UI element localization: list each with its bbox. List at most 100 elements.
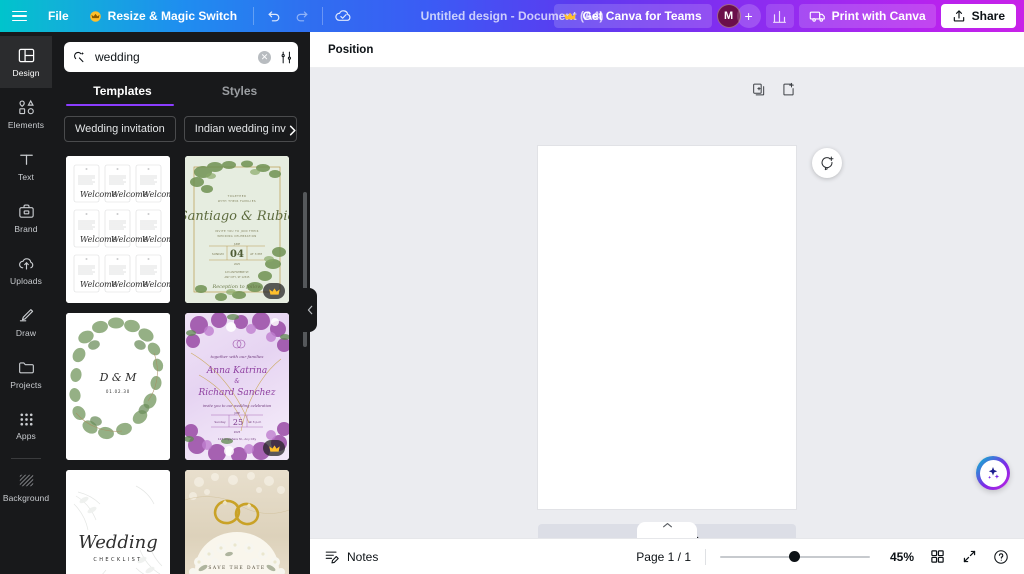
svg-text:2025: 2025 — [234, 430, 241, 434]
hamburger-icon — [11, 10, 27, 22]
toolbar-divider-2 — [322, 7, 324, 25]
svg-text:at 3 p.m: at 3 p.m — [249, 420, 262, 424]
page-tools — [538, 82, 796, 97]
fullscreen-button[interactable] — [960, 548, 978, 566]
insights-button[interactable] — [765, 4, 794, 28]
sidebar-item-uploads[interactable]: Uploads — [0, 244, 52, 296]
collapse-bottom-bar-button[interactable] — [637, 522, 697, 538]
category-chips: Wedding invitation Indian wedding inv — [52, 106, 310, 142]
svg-text:SUNDAY: SUNDAY — [212, 252, 224, 256]
undo-icon — [266, 8, 282, 24]
svg-text:&: & — [234, 378, 240, 385]
sidebar-item-draw[interactable]: Draw — [0, 296, 52, 348]
truck-icon — [809, 9, 826, 23]
sidebar-divider — [11, 458, 41, 459]
editor-area: Position — [310, 32, 1024, 574]
notes-icon — [324, 549, 340, 565]
svg-text:123 ANYWHERE ST.: 123 ANYWHERE ST. — [225, 270, 250, 274]
sidebar-item-label: Brand — [14, 224, 38, 234]
template-thumbnail[interactable]: together with our families Anna Katrina … — [185, 313, 289, 460]
design-layout-icon — [17, 46, 36, 65]
notes-button[interactable]: Notes — [324, 549, 378, 565]
get-canva-for-teams-button[interactable]: Get Canva for Teams — [554, 4, 712, 28]
tab-styles[interactable]: Styles — [181, 84, 298, 106]
filter-sliders-icon[interactable] — [279, 50, 294, 65]
magic-search-icon — [72, 50, 87, 65]
file-menu-button[interactable]: File — [39, 4, 78, 28]
template-thumbnail[interactable]: D & M 01.02.30 — [66, 313, 170, 460]
comment-button[interactable] — [812, 148, 842, 178]
zoom-level-label[interactable]: 45% — [884, 550, 914, 564]
search-box[interactable]: ✕ — [64, 42, 298, 72]
sidebar-item-label: Uploads — [10, 276, 42, 286]
svg-text:Richard Sanchez: Richard Sanchez — [197, 388, 275, 398]
resize-magic-switch-label: Resize & Magic Switch — [107, 9, 238, 23]
sidebar-item-brand[interactable]: Brand — [0, 192, 52, 244]
chevron-right-icon[interactable] — [282, 120, 302, 140]
sidebar-item-label: Projects — [10, 380, 42, 390]
print-with-canva-button[interactable]: Print with Canva — [798, 4, 936, 28]
undo-button[interactable] — [260, 4, 288, 28]
svg-text:Anna Katrina: Anna Katrina — [206, 366, 267, 376]
apps-grid-icon — [18, 411, 35, 428]
share-label: Share — [971, 9, 1005, 23]
template-grid: WelcomeWelcomeWelcome WelcomeWelcomeWelc… — [52, 144, 310, 574]
template-thumbnail[interactable]: TOGETHER WITH THEIR FAMILIES Santiago & … — [185, 156, 289, 303]
chip-wedding-invitation[interactable]: Wedding invitation — [64, 116, 176, 142]
chip-indian-wedding-invitation[interactable]: Indian wedding inv — [183, 116, 297, 142]
canvas-scroll-area[interactable]: + Add page — [310, 68, 1024, 538]
notes-label: Notes — [347, 549, 379, 564]
page-indicator: Page 1 / 1 — [636, 549, 691, 564]
add-collaborator-button[interactable]: + — [736, 4, 761, 28]
share-button[interactable]: Share — [940, 4, 1016, 28]
sidebar-item-design[interactable]: Design — [0, 36, 52, 88]
cloud-saved-button[interactable] — [329, 4, 357, 28]
position-button[interactable]: Position — [328, 44, 373, 56]
svg-text:Welcome: Welcome — [142, 235, 170, 244]
resize-magic-switch-button[interactable]: Resize & Magic Switch — [80, 4, 246, 28]
magic-assistant-button[interactable] — [976, 456, 1010, 490]
help-question-icon — [993, 549, 1009, 565]
redo-button[interactable] — [288, 4, 316, 28]
svg-text:ANY CITY, ST 12345: ANY CITY, ST 12345 — [225, 275, 250, 279]
sidebar-item-elements[interactable]: Elements — [0, 88, 52, 140]
template-thumbnail[interactable]: SAVE THE DATE Brigita & Benyamin — [185, 470, 289, 574]
sidebar-item-label: Draw — [15, 328, 37, 338]
sidebar-item-projects[interactable]: Projects — [0, 348, 52, 400]
sidebar-item-text[interactable]: Text — [0, 140, 52, 192]
svg-text:CHECKLIST: CHECKLIST — [93, 557, 142, 563]
left-sidebar-rail: Design Elements Text Brand Uploads Draw … — [0, 32, 52, 574]
search-input[interactable] — [95, 50, 250, 64]
svg-text:Sunday: Sunday — [214, 420, 225, 424]
sidebar-item-background[interactable]: Background — [0, 461, 52, 513]
svg-text:2025: 2025 — [234, 263, 241, 266]
sidebar-item-label: Elements — [7, 120, 45, 130]
main-menu-button[interactable] — [1, 4, 37, 28]
svg-text:Wedding: Wedding — [78, 532, 158, 553]
help-button[interactable] — [992, 548, 1010, 566]
duplicate-page-icon[interactable] — [752, 82, 767, 97]
collapse-panel-button[interactable] — [303, 288, 317, 332]
zoom-slider[interactable] — [720, 550, 870, 564]
top-toolbar-right: Get Canva for Teams M + Print with Canva… — [554, 0, 1024, 32]
clear-x-icon[interactable]: ✕ — [258, 50, 271, 64]
file-menu-label: File — [48, 9, 69, 23]
design-page[interactable] — [538, 146, 796, 509]
magic-sparkle-icon — [979, 459, 1007, 487]
grid-view-button[interactable] — [928, 548, 946, 566]
zoom-slider-knob[interactable] — [789, 551, 800, 562]
upload-cloud-icon — [17, 254, 36, 273]
sidebar-item-apps[interactable]: Apps — [0, 400, 52, 452]
print-with-canva-label: Print with Canva — [831, 9, 926, 23]
svg-text:Reception to follow: Reception to follow — [211, 284, 262, 290]
template-thumbnail[interactable]: WelcomeWelcomeWelcome WelcomeWelcomeWelc… — [66, 156, 170, 303]
svg-text:AT 3 PM: AT 3 PM — [250, 252, 262, 256]
add-page-icon[interactable] — [781, 82, 796, 97]
template-thumbnail[interactable]: Wedding CHECKLIST — [66, 470, 170, 574]
background-hatch-icon — [17, 471, 36, 490]
tab-templates[interactable]: Templates — [64, 84, 181, 106]
toolbar-divider — [253, 7, 255, 25]
panel-tabs: Templates Styles — [64, 84, 298, 106]
sidebar-item-label: Text — [18, 172, 34, 182]
folder-icon — [17, 358, 36, 377]
